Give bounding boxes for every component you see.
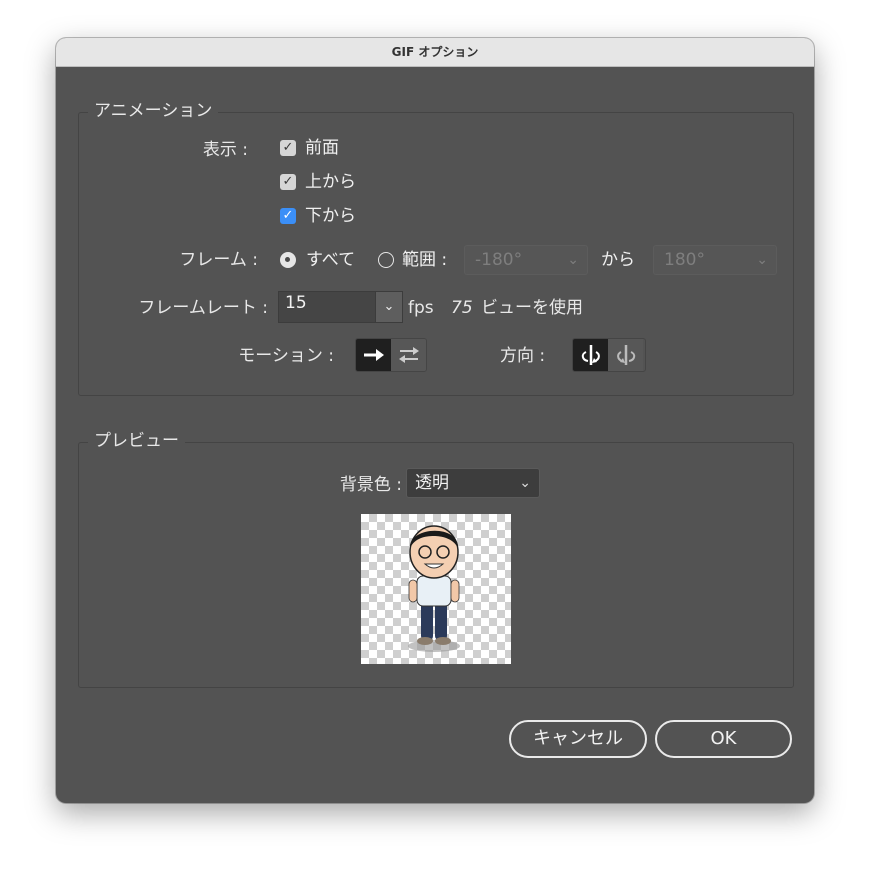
framerate-input[interactable]: 15 — [278, 291, 376, 323]
checkbox-bottom-label: 下から — [305, 206, 356, 226]
checkbox-bottom[interactable]: ✓ — [280, 208, 296, 224]
range-from-select[interactable]: -180° ⌄ — [464, 245, 588, 275]
radio-all[interactable] — [280, 252, 296, 268]
checkbox-front[interactable]: ✓ — [280, 140, 296, 156]
direction-counterclockwise-button[interactable] — [608, 339, 643, 371]
checkbox-top[interactable]: ✓ — [280, 174, 296, 190]
direction-label: 方向 : — [500, 346, 546, 366]
checkbox-front-label: 前面 — [305, 138, 339, 158]
fps-unit: fps — [408, 298, 434, 318]
views-count: 75 — [451, 298, 473, 318]
views-text: ビューを使用 — [481, 298, 583, 318]
swap-arrows-icon — [398, 347, 419, 363]
chevron-down-icon: ⌄ — [756, 252, 768, 268]
motion-back-forth-button[interactable] — [391, 339, 426, 371]
frame-label: フレーム : — [179, 250, 258, 270]
bg-color-label: 背景色 : — [339, 475, 402, 495]
cancel-button[interactable]: キャンセル — [509, 720, 647, 758]
motion-segmented-control — [355, 338, 427, 372]
direction-clockwise-button[interactable] — [573, 339, 608, 371]
animation-group-title: アニメーション — [88, 101, 219, 121]
radio-all-label: すべて — [306, 250, 356, 270]
checkmark-icon: ✓ — [282, 140, 294, 155]
chevron-down-icon: ⌄ — [519, 475, 531, 491]
checkmark-icon: ✓ — [282, 174, 294, 189]
window-title: GIF オプション — [56, 38, 814, 67]
direction-segmented-control — [572, 338, 646, 372]
arrow-right-icon — [363, 349, 384, 361]
motion-label: モーション : — [238, 346, 334, 366]
preview-canvas — [361, 514, 511, 664]
bg-color-value: 透明 — [415, 473, 449, 493]
radio-range-label: 範囲 : — [402, 250, 448, 270]
framerate-dropdown-button[interactable]: ⌄ — [375, 291, 403, 323]
radio-range[interactable] — [378, 252, 394, 268]
rotate-cw-icon — [581, 345, 600, 365]
bg-color-select[interactable]: 透明 ⌄ — [406, 468, 540, 498]
motion-one-way-button[interactable] — [356, 339, 391, 371]
framerate-label: フレームレート : — [138, 298, 268, 318]
range-to-select[interactable]: 180° ⌄ — [653, 245, 777, 275]
gif-options-dialog: GIF オプション アニメーション 表示 : ✓ 前面 ✓ 上から ✓ 下から … — [56, 38, 814, 803]
range-from-value: -180° — [475, 250, 523, 270]
character-preview-image — [408, 525, 460, 652]
chevron-down-icon: ⌄ — [383, 299, 395, 314]
ok-button[interactable]: OK — [655, 720, 792, 758]
preview-group-title: プレビュー — [88, 431, 185, 451]
display-label: 表示 : — [202, 140, 248, 160]
chevron-down-icon: ⌄ — [567, 252, 579, 268]
range-to-word: から — [601, 250, 635, 270]
checkmark-icon: ✓ — [282, 208, 294, 223]
range-to-value: 180° — [664, 250, 705, 270]
rotate-ccw-icon — [616, 345, 635, 365]
checkbox-top-label: 上から — [305, 172, 356, 192]
